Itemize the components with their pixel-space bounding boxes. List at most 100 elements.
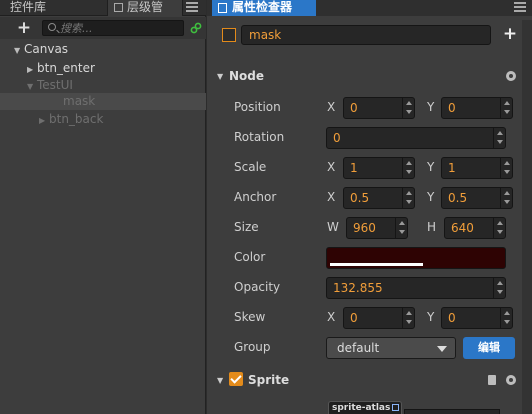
stepper-icon[interactable]	[493, 278, 505, 298]
sprite-atlas-label: sprite-atlas	[332, 403, 391, 413]
anchor-y-input[interactable]	[442, 188, 502, 208]
tree-node-label: mask	[63, 94, 96, 108]
stepper-icon[interactable]	[402, 308, 414, 328]
node-active-checkbox[interactable]	[222, 28, 236, 42]
stepper-icon[interactable]	[500, 188, 512, 208]
axis-label: H	[427, 220, 437, 234]
hierarchy-toolbar: +	[0, 17, 206, 39]
inspector-panel: 属性检查器 + ▼Node Position X Y Rotation Scal…	[207, 0, 532, 414]
stepper-icon[interactable]	[402, 158, 414, 178]
size-row: Size W H	[207, 214, 532, 242]
size-height-field[interactable]	[444, 217, 506, 239]
axis-label: X	[327, 310, 336, 324]
tree-node-btn-back[interactable]: ▶ btn_back	[39, 111, 103, 127]
sprite-atlas-field[interactable]	[404, 409, 500, 414]
color-swatch[interactable]	[326, 247, 506, 269]
sprite-section-header[interactable]: ▼ Sprite	[217, 370, 517, 390]
position-y-input[interactable]	[442, 98, 502, 118]
scale-x-input[interactable]	[344, 158, 404, 178]
group-select-value: default	[337, 341, 380, 355]
skew-y-field[interactable]	[441, 307, 513, 329]
hierarchy-panel: 控件库 层级管 + ▼Canvas ▶btn_enter ▼TestUI mas…	[0, 0, 206, 414]
group-select[interactable]: default	[326, 337, 456, 359]
size-width-field[interactable]	[346, 217, 408, 239]
skew-y-input[interactable]	[442, 308, 502, 328]
alpha-bar	[330, 263, 423, 266]
skew-x-field[interactable]	[343, 307, 415, 329]
property-label: Position	[234, 100, 281, 114]
section-expand-icon[interactable]: ▼	[217, 67, 229, 87]
skew-x-input[interactable]	[344, 308, 404, 328]
external-link-icon[interactable]	[392, 404, 400, 411]
stepper-icon[interactable]	[500, 158, 512, 178]
opacity-field[interactable]	[326, 277, 506, 299]
tree-node-label: Canvas	[24, 42, 69, 56]
size-height-input[interactable]	[445, 218, 495, 238]
tree-node-canvas[interactable]: ▼ Canvas	[14, 41, 68, 57]
help-book-icon[interactable]	[488, 375, 496, 385]
sprite-enabled-checkbox[interactable]	[229, 372, 243, 386]
right-tab-bar: 属性检查器	[207, 0, 532, 16]
opacity-input[interactable]	[327, 278, 492, 298]
anchor-x-input[interactable]	[344, 188, 404, 208]
color-row: Color	[207, 244, 532, 272]
stepper-icon[interactable]	[493, 218, 505, 238]
position-x-field[interactable]	[343, 97, 415, 119]
stepper-icon[interactable]	[500, 98, 512, 118]
position-row: Position X Y	[207, 94, 532, 122]
left-panel-menu-icon[interactable]	[186, 2, 198, 12]
tree-node-label: btn_back	[49, 112, 104, 126]
anchor-x-field[interactable]	[343, 187, 415, 209]
rotation-input[interactable]	[327, 128, 492, 148]
rotation-field[interactable]	[326, 127, 506, 149]
property-label: Anchor	[234, 190, 277, 204]
stepper-icon[interactable]	[493, 128, 505, 148]
collapse-arrow-icon[interactable]: ▶	[27, 62, 37, 78]
tab-inspector[interactable]: 属性检查器	[212, 0, 316, 16]
stepper-icon[interactable]	[402, 188, 414, 208]
gear-icon[interactable]	[506, 375, 516, 385]
property-label: Scale	[234, 160, 267, 174]
tree-node-btn-enter[interactable]: ▶ btn_enter	[27, 60, 95, 76]
position-x-input[interactable]	[344, 98, 404, 118]
node-section-header[interactable]: ▼ Node	[217, 66, 517, 86]
scale-y-input[interactable]	[442, 158, 502, 178]
tab-hierarchy[interactable]: 层级管	[107, 0, 183, 16]
tree-node-label: TestUI	[37, 78, 73, 92]
rotation-row: Rotation	[207, 124, 532, 152]
link-icon[interactable]	[190, 22, 202, 34]
search-icon	[48, 23, 56, 31]
stepper-icon[interactable]	[395, 218, 407, 238]
scale-y-field[interactable]	[441, 157, 513, 179]
inspector-menu-icon[interactable]	[514, 2, 526, 12]
inspector-scrollbar[interactable]	[522, 20, 532, 414]
tree-node-mask[interactable]: mask	[0, 93, 206, 110]
sprite-atlas-tag[interactable]: sprite-atlas	[328, 401, 402, 414]
collapse-arrow-icon[interactable]: ▶	[39, 113, 49, 129]
tree-node-label: btn_enter	[37, 61, 95, 75]
scale-x-field[interactable]	[343, 157, 415, 179]
sprite-section-title: Sprite	[248, 373, 290, 387]
add-node-button[interactable]: +	[12, 19, 36, 37]
anchor-y-field[interactable]	[441, 187, 513, 209]
left-tab-bar: 控件库 层级管	[0, 0, 206, 16]
hierarchy-search[interactable]	[42, 20, 184, 36]
node-name-input[interactable]	[241, 25, 491, 45]
tree-node-testui[interactable]: ▼ TestUI	[27, 77, 73, 93]
gear-icon[interactable]	[506, 71, 516, 81]
group-edit-button[interactable]: 编辑	[463, 337, 515, 359]
opacity-row: Opacity	[207, 274, 532, 302]
hierarchy-search-input[interactable]	[60, 21, 180, 35]
tab-assets[interactable]: 控件库	[10, 0, 106, 16]
chevron-down-icon	[437, 346, 447, 352]
size-width-input[interactable]	[347, 218, 397, 238]
add-component-button[interactable]: +	[502, 26, 518, 43]
position-y-field[interactable]	[441, 97, 513, 119]
stepper-icon[interactable]	[500, 308, 512, 328]
axis-label: Y	[427, 100, 435, 114]
stepper-icon[interactable]	[402, 98, 414, 118]
axis-label: Y	[427, 190, 435, 204]
property-label: Group	[234, 340, 271, 354]
expand-arrow-icon[interactable]: ▼	[14, 43, 24, 59]
section-expand-icon[interactable]: ▼	[217, 371, 229, 391]
